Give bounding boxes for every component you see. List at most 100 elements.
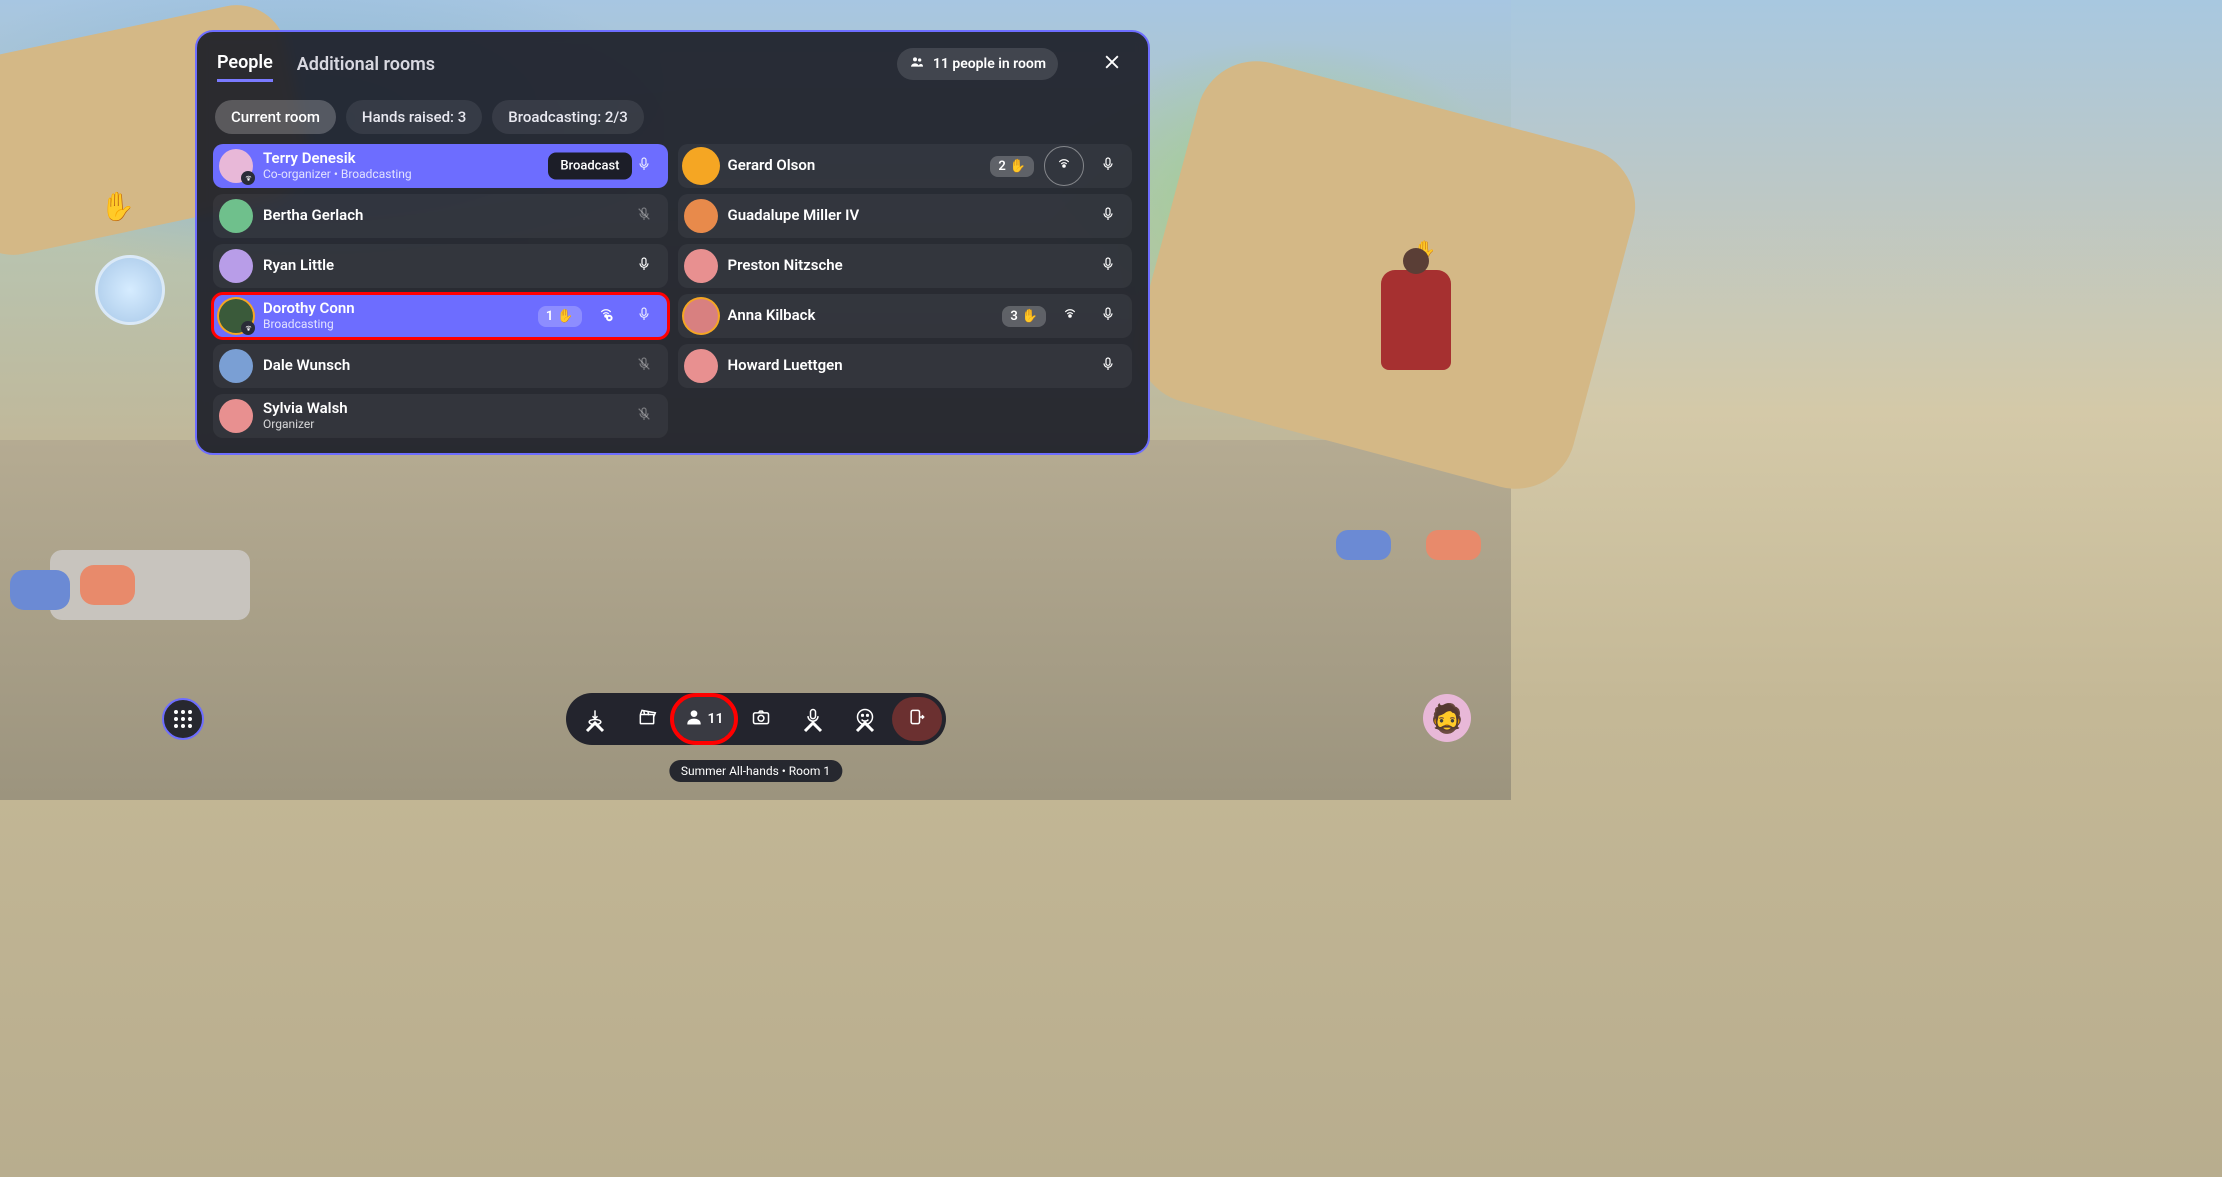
chevron-up-icon (855, 717, 875, 737)
avatar (684, 349, 718, 383)
person-row[interactable]: Guadalupe Miller IV (678, 194, 1133, 238)
mic-status[interactable] (1094, 352, 1122, 380)
person-name-col: Sylvia Walsh Organizer (263, 400, 620, 431)
person-name-col: Dorothy Conn Broadcasting (263, 300, 528, 331)
broadcast-badge-icon (241, 171, 255, 185)
session-label: Summer All-hands • Room 1 (669, 760, 842, 782)
mic-status[interactable] (630, 202, 658, 230)
person-name: Dale Wunsch (263, 357, 620, 374)
room-count-pill[interactable]: 11 people in room (897, 48, 1058, 80)
mic-status[interactable] (630, 152, 658, 180)
reactions-button[interactable] (840, 697, 890, 741)
mic-icon (1100, 156, 1116, 176)
person-name: Sylvia Walsh (263, 400, 620, 417)
camera-button[interactable] (736, 697, 786, 741)
person-row[interactable]: Anna Kilback 3 ✋ (678, 294, 1133, 338)
teleport-button[interactable] (570, 697, 620, 741)
mic-icon (1100, 206, 1116, 226)
hand-raised-badge: 1 ✋ (538, 306, 582, 327)
person-name-col: Ryan Little (263, 257, 620, 274)
people-button[interactable]: 11 (674, 697, 734, 741)
raised-hand-icon: ✋ (100, 190, 135, 223)
menu-button[interactable] (162, 698, 204, 740)
tab-people[interactable]: People (217, 46, 273, 82)
env-avatar-right (1381, 270, 1451, 370)
person-row[interactable]: Howard Luettgen (678, 344, 1133, 388)
chevron-up-icon (585, 717, 605, 737)
mic-status[interactable] (630, 402, 658, 430)
mic-status[interactable] (1094, 202, 1122, 230)
hand-raised-badge: 2 ✋ (990, 156, 1034, 177)
broadcast-button[interactable] (1056, 302, 1084, 330)
person-name: Bertha Gerlach (263, 207, 620, 224)
close-button[interactable] (1096, 46, 1128, 82)
person-row[interactable]: Sylvia Walsh Organizer (213, 394, 668, 438)
person-name: Preston Nitzsche (728, 257, 1085, 274)
self-avatar[interactable]: 🧔 (1423, 694, 1471, 742)
mic-muted-icon (636, 406, 652, 426)
person-row[interactable]: Gerard Olson 2 ✋ (678, 144, 1133, 188)
avatar (684, 149, 718, 183)
person-name-col: Anna Kilback (728, 307, 993, 324)
leave-button[interactable] (892, 697, 942, 741)
camera-icon (751, 707, 771, 731)
mic-status[interactable] (1094, 302, 1122, 330)
filter-hands-raised[interactable]: Hands raised: 3 (346, 100, 482, 134)
person-name: Anna Kilback (728, 307, 993, 324)
people-count: 11 (708, 711, 724, 727)
bottom-toolbar: 11 (566, 693, 946, 745)
person-name: Dorothy Conn (263, 300, 528, 317)
person-row[interactable]: Bertha Gerlach (213, 194, 668, 238)
mic-icon (636, 256, 652, 276)
avatar (684, 299, 718, 333)
avatar (219, 149, 253, 183)
tab-additional-rooms[interactable]: Additional rooms (297, 48, 435, 81)
clapper-icon (637, 707, 657, 731)
person-name-col: Preston Nitzsche (728, 257, 1085, 274)
env-avatar-left (95, 255, 165, 325)
mic-muted-icon (636, 356, 652, 376)
avatar (219, 249, 253, 283)
person-row[interactable]: Dorothy Conn Broadcasting 1 ✋ (213, 294, 668, 338)
broadcast-tooltip: Broadcast (548, 153, 631, 180)
person-icon (684, 707, 704, 731)
background-pillow (1336, 530, 1391, 560)
filter-row: Current room Hands raised: 3 Broadcastin… (211, 88, 1134, 144)
hand-raised-badge: 3 ✋ (1002, 306, 1046, 327)
filter-broadcasting[interactable]: Broadcasting: 2/3 (492, 100, 644, 134)
broadcast-icon (1056, 156, 1072, 176)
person-row[interactable]: Ryan Little (213, 244, 668, 288)
avatar (684, 249, 718, 283)
filter-current-room[interactable]: Current room (215, 100, 336, 134)
microphone-button[interactable] (788, 697, 838, 741)
mic-status[interactable] (630, 252, 658, 280)
mic-icon (1100, 256, 1116, 276)
background-pillow (10, 570, 70, 610)
person-name: Guadalupe Miller IV (728, 207, 1085, 224)
grid-icon (174, 710, 192, 728)
mic-status[interactable] (1094, 252, 1122, 280)
person-subtitle: Broadcasting (263, 318, 528, 332)
people-icon (909, 54, 925, 74)
chevron-up-icon (803, 717, 823, 737)
mic-status[interactable] (630, 302, 658, 330)
broadcast-icon (1062, 306, 1078, 326)
person-name: Howard Luettgen (728, 357, 1085, 374)
person-name: Gerard Olson (728, 157, 981, 174)
person-name-col: Gerard Olson (728, 157, 981, 174)
stop-broadcast-button[interactable] (592, 302, 620, 330)
broadcast-button[interactable] (1044, 146, 1084, 186)
mic-status[interactable] (1094, 152, 1122, 180)
person-row[interactable]: Dale Wunsch (213, 344, 668, 388)
background-pillow (1426, 530, 1481, 560)
mic-status[interactable] (630, 352, 658, 380)
person-row[interactable]: Preston Nitzsche (678, 244, 1133, 288)
broadcast-badge-icon (241, 321, 255, 335)
avatar (219, 399, 253, 433)
person-row[interactable]: Terry Denesik Co-organizer • Broadcastin… (213, 144, 668, 188)
mic-icon (636, 306, 652, 326)
avatar (684, 199, 718, 233)
clapper-button[interactable] (622, 697, 672, 741)
person-subtitle: Organizer (263, 418, 620, 432)
avatar (219, 349, 253, 383)
